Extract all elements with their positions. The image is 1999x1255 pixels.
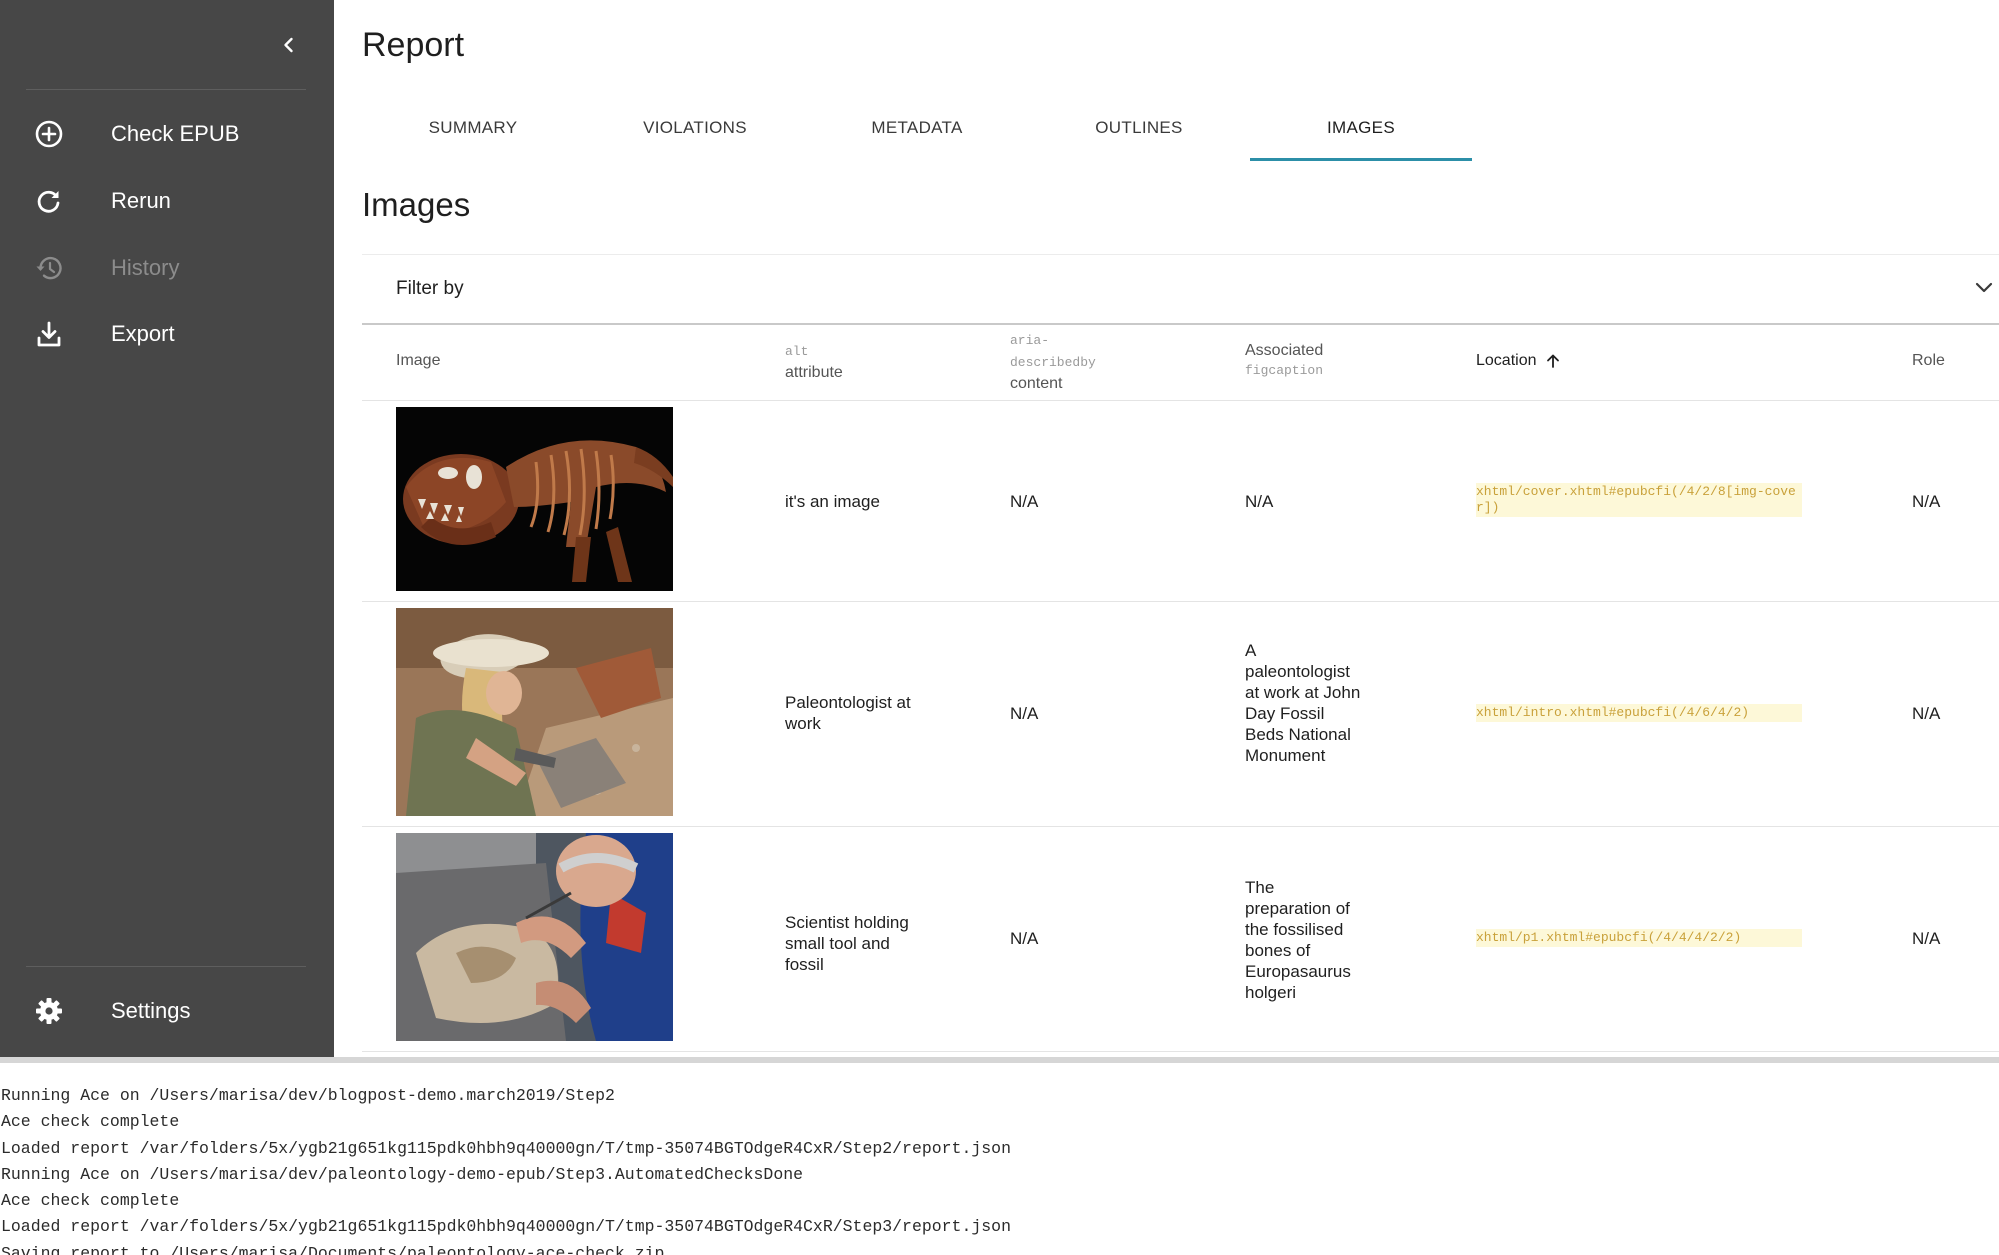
location-link[interactable]: xhtml/cover.xhtml#epubcfi(/4/2/8[img-cov… [1476, 483, 1802, 517]
describedby-cell: N/A [1010, 492, 1039, 511]
arrow-up-icon [1546, 354, 1559, 368]
describedby-cell: N/A [1010, 929, 1039, 948]
header-location-sort[interactable]: Location [1476, 351, 1561, 371]
images-table-header: Image alt attribute aria-describedby con… [362, 324, 1999, 401]
log-line: Ace check complete [1, 1112, 180, 1132]
alt-text-cell: Paleontologist at work [785, 693, 911, 733]
scientist-fossil-photo-image [396, 833, 673, 1041]
header-describedby-content: aria-describedby content [1010, 330, 1120, 394]
nav-label: History [111, 255, 180, 280]
page-title: Report [362, 26, 465, 64]
log-line: Loaded report /var/folders/5x/ygb21g651k… [1, 1138, 1011, 1158]
chevron-left-icon [284, 37, 293, 53]
nav-rerun[interactable]: Rerun [0, 172, 334, 230]
log-line: Loaded report /var/folders/5x/ygb21g651k… [1, 1217, 1011, 1237]
report-panel: Report SUMMARY VIOLATIONS METADATA OUTLI… [334, 0, 1999, 1057]
image-thumbnail[interactable] [396, 608, 673, 816]
header-text: content [1010, 375, 1063, 392]
nav-check-epub[interactable]: Check EPUB [0, 105, 334, 163]
nav-label: Settings [111, 998, 191, 1023]
header-text: Location [1476, 352, 1537, 369]
plus-circle-icon [34, 119, 64, 149]
download-icon [34, 319, 64, 349]
gear-icon [34, 996, 64, 1026]
log-line: Saving report to /Users/marisa/Documents… [1, 1243, 665, 1255]
tab-summary[interactable]: SUMMARY [362, 96, 584, 160]
filter-by-expander[interactable]: Filter by [362, 254, 1999, 325]
sidebar-divider [26, 966, 306, 967]
table-row: Paleontologist at work N/A A paleontolog… [362, 602, 1999, 827]
nav-settings[interactable]: Settings [0, 982, 334, 1040]
section-title: Images [362, 186, 471, 223]
header-text: attribute [785, 364, 843, 381]
header-text: Associated [1245, 342, 1324, 359]
nav-label: Export [111, 321, 175, 346]
location-link[interactable]: xhtml/intro.xhtml#epubcfi(/4/6/4/2) [1476, 704, 1802, 722]
header-figcaption: Associated figcaption [1245, 341, 1323, 381]
collapse-sidebar-button[interactable] [272, 28, 306, 62]
header-role: Role [1912, 352, 1945, 369]
header-alt-attribute: alt attribute [785, 341, 843, 383]
refresh-icon [34, 186, 64, 216]
nav-label: Rerun [111, 188, 171, 213]
log-line: Running Ace on /Users/marisa/dev/paleont… [1, 1164, 804, 1184]
sidebar: Check EPUB Rerun History Export Settings [0, 0, 334, 1057]
nav-label: Check EPUB [111, 121, 240, 146]
active-tab-indicator [1250, 158, 1472, 161]
filter-label: Filter by [396, 278, 464, 299]
dinosaur-skeleton-image [396, 407, 673, 591]
nav-history[interactable]: History [0, 239, 334, 297]
tab-outlines[interactable]: OUTLINES [1028, 96, 1250, 160]
table-row: Scientist holding small tool and fossil … [362, 827, 1999, 1052]
tab-metadata[interactable]: METADATA [806, 96, 1028, 160]
tab-images[interactable]: IMAGES [1250, 96, 1472, 160]
console-log-lines: Running Ace on /Users/marisa/dev/blogpos… [0, 1083, 1011, 1255]
header-image: Image [396, 352, 441, 369]
chevron-down-icon [1975, 282, 1993, 293]
history-icon [34, 253, 64, 283]
header-code: aria-describedby [1010, 333, 1096, 370]
figcaption-cell: N/A [1245, 492, 1274, 511]
tab-violations[interactable]: VIOLATIONS [584, 96, 806, 160]
image-thumbnail[interactable] [396, 407, 673, 591]
report-tabs: SUMMARY VIOLATIONS METADATA OUTLINES IMA… [362, 96, 1562, 162]
figcaption-cell: A paleontologist at work at John Day Fos… [1245, 641, 1361, 765]
log-line: Ace check complete [1, 1191, 180, 1211]
sidebar-divider [26, 89, 306, 90]
nav-export[interactable]: Export [0, 305, 334, 363]
image-thumbnail[interactable] [396, 833, 673, 1041]
role-cell: N/A [1912, 929, 1941, 948]
log-line: Running Ace on /Users/marisa/dev/blogpos… [1, 1086, 615, 1105]
role-cell: N/A [1912, 492, 1941, 511]
location-link[interactable]: xhtml/p1.xhtml#epubcfi(/4/4/4/2/2) [1476, 929, 1802, 947]
figcaption-cell: The preparation of the fossilised bones … [1245, 878, 1351, 1002]
table-row: it's an image N/A N/A xhtml/cover.xhtml#… [362, 401, 1999, 602]
role-cell: N/A [1912, 704, 1941, 723]
header-code: alt [785, 344, 809, 359]
paleontologist-photo-image [396, 608, 673, 816]
alt-text-cell: Scientist holding small tool and fossil [785, 913, 909, 974]
header-code: figcaption [1245, 363, 1324, 378]
describedby-cell: N/A [1010, 704, 1039, 723]
alt-text-cell: it's an image [785, 492, 880, 511]
console-log-panel[interactable]: Running Ace on /Users/marisa/dev/blogpos… [0, 1057, 1999, 1255]
